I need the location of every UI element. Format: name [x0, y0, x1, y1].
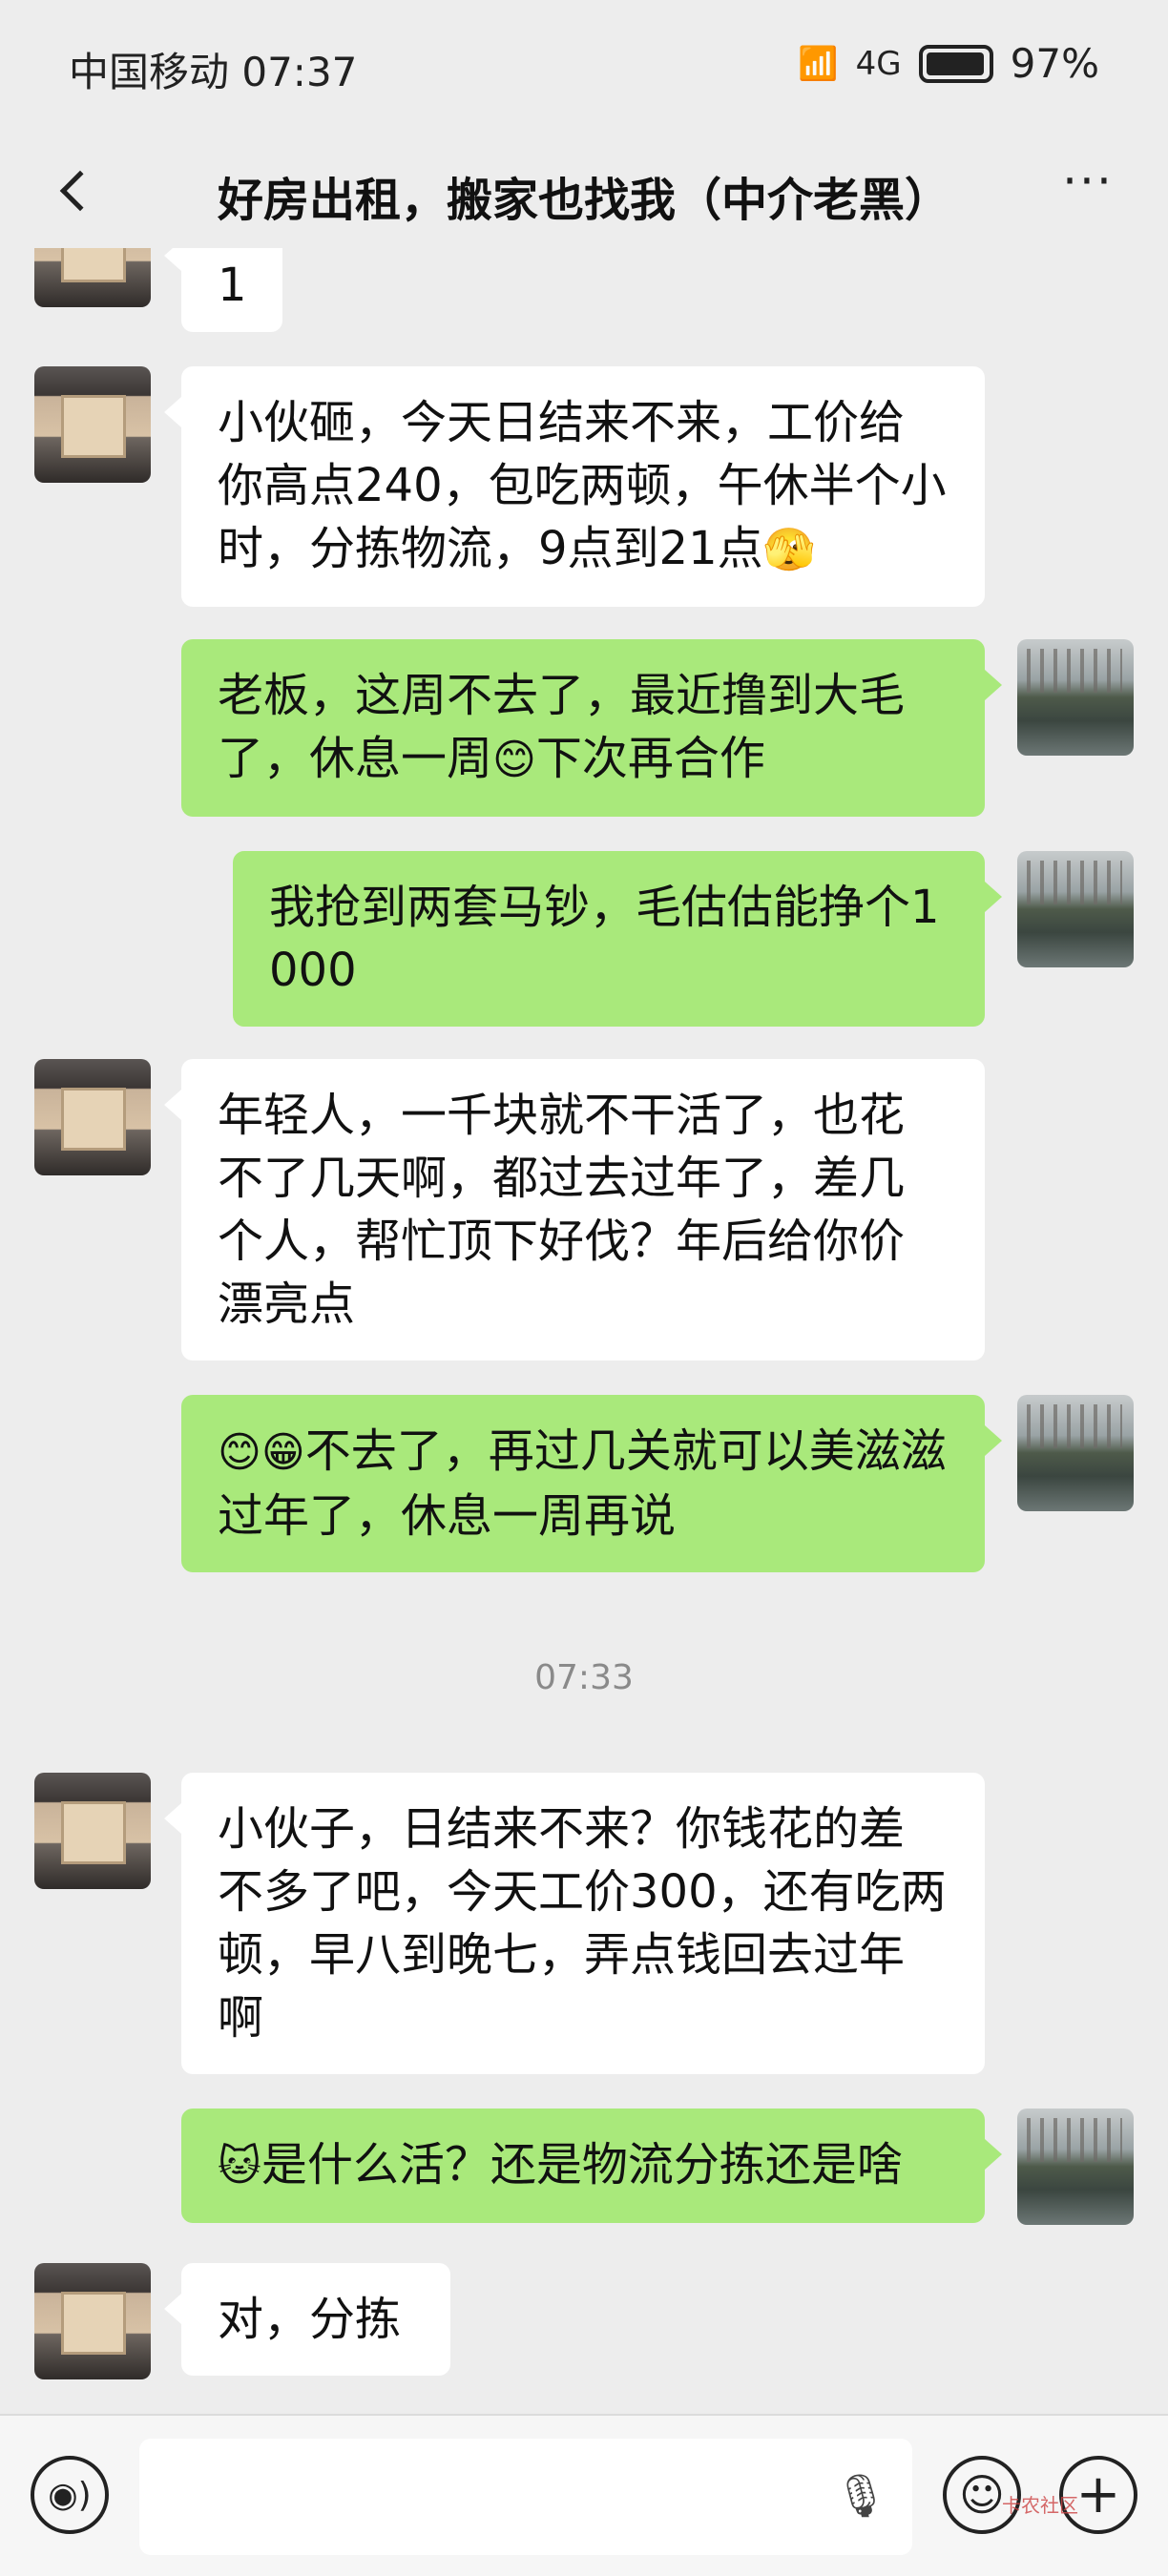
- my-avatar[interactable]: [1017, 639, 1134, 756]
- message-input[interactable]: [139, 2439, 912, 2555]
- message-bubble[interactable]: 😊😁不去了，再过几关就可以美滋滋过年了，休息一周再说: [181, 1395, 1002, 1572]
- back-button[interactable]: [40, 156, 109, 225]
- more-options-button[interactable]: ···: [1050, 157, 1126, 219]
- cat-emoji-icon: 🐱: [218, 2142, 261, 2191]
- message-text: 我抢到两套马钞，毛估估能挣个1000: [269, 881, 940, 997]
- smile-emoji-icon: 😊: [492, 736, 536, 784]
- chevron-left-icon: [59, 170, 101, 212]
- contact-avatar[interactable]: [34, 366, 151, 483]
- contact-avatar[interactable]: [34, 248, 151, 307]
- message-bubble[interactable]: 小伙砸，今天日结来不来，工价给你高点240，包吃两顿，午休半个小时，分拣物流，9…: [164, 366, 985, 607]
- message-list[interactable]: 1 小伙砸，今天日结来不来，工价给你高点240，包吃两顿，午休半个小时，分拣物流…: [0, 248, 1168, 2414]
- carrier-time: 中国移动 07:37: [69, 49, 358, 95]
- grin-emoji-icon: 😊😁: [218, 1428, 305, 1477]
- contact-avatar[interactable]: [34, 1059, 151, 1175]
- battery-level: 97%: [1010, 40, 1099, 87]
- message-text: 不去了，再过几关就可以美滋滋过年了，休息一周再说: [218, 1424, 947, 1543]
- battery-icon: [918, 44, 993, 83]
- input-bar: ◉) 🎙 ☺ +: [0, 2414, 1168, 2576]
- message-bubble[interactable]: 年轻人，一千块就不干活了，也花不了几天啊，都过去过年了，差几个人，帮忙顶下好伐？…: [164, 1059, 985, 1361]
- status-bar: 中国移动 07:37 📶 4G 97%: [0, 0, 1168, 134]
- emoji-icon: 🫣: [762, 526, 816, 574]
- voice-toggle-button[interactable]: ◉): [31, 2456, 109, 2534]
- chat-header: 好房出租，搬家也找我（中介老黑） ···: [0, 134, 1168, 248]
- chat-title: 好房出租，搬家也找我（中介老黑）: [217, 174, 950, 227]
- message-bubble[interactable]: 老板，这周不去了，最近撸到大毛了，休息一周😊下次再合作: [181, 639, 1002, 817]
- wifi-icon: 📶: [798, 44, 839, 83]
- contact-avatar[interactable]: [34, 1773, 151, 1889]
- message-bubble[interactable]: 对，分拣: [164, 2263, 450, 2376]
- contact-avatar[interactable]: [34, 2263, 151, 2379]
- message-text: 下次再合作: [535, 732, 765, 785]
- my-avatar[interactable]: [1017, 851, 1134, 967]
- smiley-icon: ☺: [959, 2469, 1005, 2521]
- chat-timestamp: 07:33: [534, 1658, 634, 1697]
- message-text: 小伙子，日结来不来？你钱花的差不多了吧，今天工价300，还有吃两顿，早八到晚七，…: [218, 1802, 947, 2045]
- status-icons: 📶 4G 97%: [798, 40, 1099, 87]
- message-text: 是什么活？还是物流分拣还是啥: [261, 2138, 903, 2192]
- my-avatar[interactable]: [1017, 2109, 1134, 2225]
- message-bubble[interactable]: 1: [164, 248, 282, 332]
- message-bubble[interactable]: 小伙子，日结来不来？你钱花的差不多了吧，今天工价300，还有吃两顿，早八到晚七，…: [164, 1773, 985, 2074]
- network-type: 4G: [855, 44, 902, 83]
- message-text: 年轻人，一千块就不干活了，也花不了几天啊，都过去过年了，差几个人，帮忙顶下好伐？…: [218, 1089, 906, 1331]
- message-text: 1: [218, 259, 247, 312]
- plus-icon: +: [1075, 2463, 1121, 2525]
- message-bubble[interactable]: 我抢到两套马钞，毛估估能挣个1000: [233, 851, 1002, 1027]
- microphone-icon[interactable]: 🎙: [832, 2471, 889, 2528]
- message-text: 小伙砸，今天日结来不来，工价给你高点240，包吃两顿，午休半个小时，分拣物流，9…: [218, 396, 947, 575]
- message-bubble[interactable]: 🐱是什么活？还是物流分拣还是啥: [181, 2109, 1002, 2223]
- watermark: 卡农社区: [1002, 2494, 1078, 2517]
- my-avatar[interactable]: [1017, 1395, 1134, 1511]
- message-text: 对，分拣: [218, 2293, 402, 2346]
- voice-icon: ◉): [48, 2475, 92, 2515]
